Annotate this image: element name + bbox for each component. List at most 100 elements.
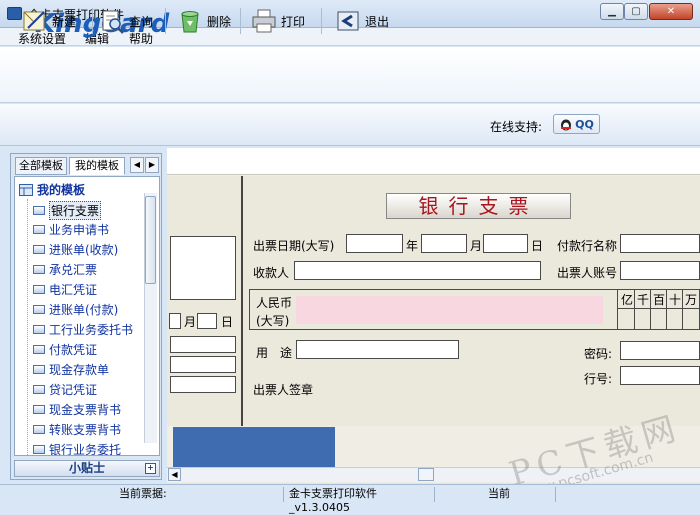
purpose-field[interactable] — [296, 340, 459, 359]
previous-cheque-box — [170, 236, 236, 300]
tab-scroll-left[interactable]: ◀ — [130, 157, 144, 173]
template-icon — [33, 325, 45, 334]
tree-item[interactable]: 付款凭证 — [33, 341, 97, 358]
drawer-account-field[interactable] — [620, 261, 700, 280]
tree-connector — [27, 199, 28, 455]
previous-day-field[interactable] — [197, 313, 217, 329]
tree-root-label: 我的模板 — [37, 183, 86, 197]
amount-digit-grid: 亿 千 百 十 万 — [617, 289, 700, 330]
status-version: 金卡支票打印软件_v1.3.0405 — [285, 487, 435, 514]
digit-shi: 十 — [669, 293, 682, 307]
qq-support-button[interactable]: QQ — [553, 114, 600, 134]
tips-label: 小贴士 — [68, 461, 105, 475]
search-document-icon — [102, 10, 124, 34]
payer-bank-field[interactable] — [620, 234, 700, 253]
toolbar-separator — [165, 8, 166, 34]
template-icon — [33, 305, 45, 314]
template-icon — [33, 345, 45, 354]
password-field[interactable] — [620, 341, 700, 360]
tree-item[interactable]: 转账支票背书 — [33, 421, 121, 438]
expand-icon[interactable]: + — [145, 463, 156, 474]
digit-col-line — [634, 289, 635, 330]
minimize-button[interactable]: ▁ — [600, 3, 624, 20]
exit-button[interactable]: 退出 — [335, 6, 389, 36]
tree-item-label: 转账支票背书 — [49, 423, 122, 437]
tree-item-label: 工行业务委托书 — [49, 323, 134, 337]
previous-day-label: 日 — [221, 315, 234, 329]
password-label: 密码: — [584, 347, 613, 361]
tree-item[interactable]: 承兑汇票 — [33, 261, 97, 278]
exit-button-label: 退出 — [365, 14, 390, 29]
tree-item[interactable]: 现金存款单 — [33, 361, 109, 378]
document-scroll-thumb[interactable] — [418, 468, 434, 481]
year-label: 年 — [406, 239, 419, 253]
online-support-label: 在线支持: — [490, 120, 543, 134]
tree-item[interactable]: 进账单(收款) — [33, 241, 118, 258]
digit-bai: 百 — [653, 293, 666, 307]
template-icon — [33, 405, 45, 414]
tree-item-label: 电汇凭证 — [49, 283, 98, 297]
tab-my-templates[interactable]: 我的模板 — [69, 157, 125, 175]
close-button[interactable]: ✕ — [649, 3, 693, 20]
exit-icon — [337, 11, 359, 31]
day-label: 日 — [531, 239, 544, 253]
template-icon — [33, 245, 45, 254]
rmb-uppercase-label: (大写) — [256, 314, 290, 328]
qq-penguin-icon — [561, 119, 572, 131]
digit-col-line — [682, 289, 683, 330]
template-icon — [33, 445, 45, 454]
issue-year-field[interactable] — [346, 234, 403, 253]
tree-item[interactable]: 工行业务委托书 — [33, 321, 133, 338]
delete-button[interactable]: 删除 — [177, 6, 231, 36]
toolbar-separator — [321, 8, 322, 34]
tree-item-label: 银行支票 — [49, 201, 102, 220]
print-button[interactable]: 打印 — [251, 6, 305, 36]
next-template-fragment — [173, 427, 335, 469]
tips-bar[interactable]: 小贴士 + — [14, 460, 160, 477]
tree-item[interactable]: 进账单(付款) — [33, 301, 118, 318]
status-current: 当前 — [436, 487, 556, 502]
purpose-label: 用 途 — [256, 346, 293, 360]
line-number-field[interactable] — [620, 366, 700, 385]
tree-item[interactable]: 业务申请书 — [33, 221, 109, 238]
tree-item-label: 付款凭证 — [49, 343, 98, 357]
tree-item[interactable]: 银行支票 — [33, 201, 102, 220]
previous-field-2[interactable] — [170, 356, 236, 373]
previous-month-field[interactable] — [169, 313, 181, 329]
drawer-account-label: 出票人账号 — [557, 266, 618, 280]
previous-month-label: 月 — [184, 315, 197, 329]
app-icon — [7, 7, 22, 20]
payee-field[interactable] — [294, 261, 541, 280]
tree-item-label: 现金存款单 — [49, 363, 110, 377]
tree-root-my-templates[interactable]: 我的模板 — [19, 181, 85, 198]
template-icon — [33, 425, 45, 434]
template-folder-icon — [19, 183, 33, 196]
query-button-label: 查询 — [129, 14, 154, 29]
toolbar-separator — [92, 8, 93, 34]
new-button[interactable]: 新建 — [22, 6, 76, 36]
scroll-left-arrow[interactable]: ◀ — [168, 468, 181, 481]
issue-day-field[interactable] — [483, 234, 528, 253]
digit-qian: 千 — [637, 293, 650, 307]
maximize-button[interactable]: ▢ — [624, 3, 648, 20]
digit-yi: 亿 — [621, 293, 634, 307]
tree-item[interactable]: 电汇凭证 — [33, 281, 97, 298]
template-icon — [33, 365, 45, 374]
issue-month-field[interactable] — [421, 234, 467, 253]
amount-words-field[interactable] — [296, 296, 603, 324]
digit-wan: 万 — [685, 293, 698, 307]
query-button[interactable]: 查询 — [99, 6, 153, 36]
tree-item[interactable]: 银行业务委托 — [33, 441, 121, 455]
drawer-signature-label: 出票人签章 — [253, 383, 314, 397]
previous-field-3[interactable] — [170, 376, 236, 393]
tab-scroll-right[interactable]: ▶ — [145, 157, 159, 173]
tree-item[interactable]: 现金支票背书 — [33, 401, 121, 418]
qq-label: QQ — [575, 117, 594, 131]
payer-bank-label: 付款行名称 — [557, 239, 618, 253]
tree-scroll-thumb[interactable] — [145, 196, 156, 284]
tree-item[interactable]: 贷记凭证 — [33, 381, 97, 398]
template-icon — [33, 206, 45, 215]
tab-all-templates[interactable]: 全部模板 — [15, 157, 67, 175]
previous-field-1[interactable] — [170, 336, 236, 353]
template-tree: 我的模板 银行支票 业务申请书进账单(收款) 承兑汇票电汇凭证进账单(付款) 工行业务… — [14, 176, 160, 456]
